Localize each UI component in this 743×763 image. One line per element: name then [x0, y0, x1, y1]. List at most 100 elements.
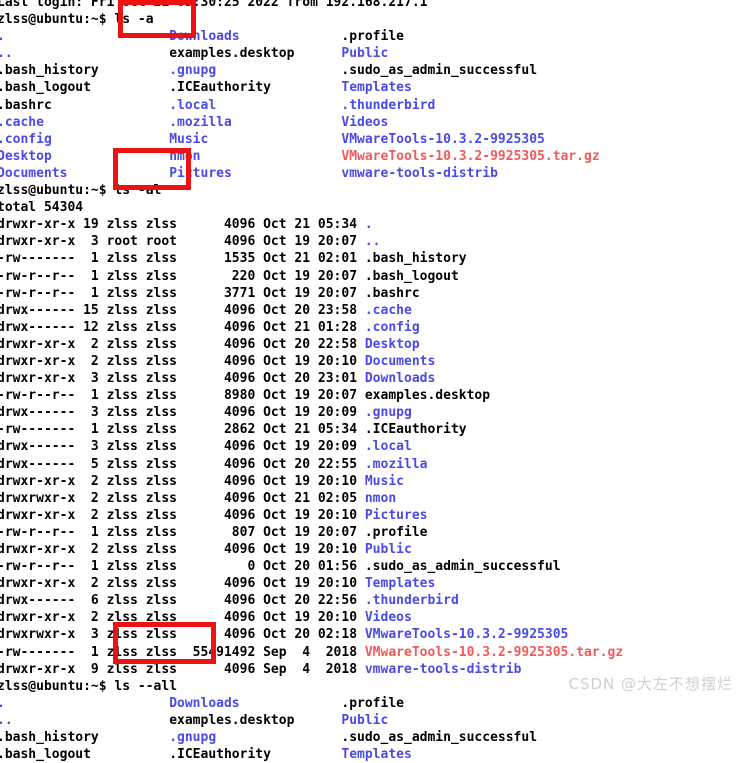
ls-al-meta: -rw------- 1 zlss zlss 55491492 Sep 4 20… — [0, 644, 365, 660]
ls-al-row: drwxrwxr-x 2 zlss zlss 4096 Oct 21 02:05… — [0, 490, 743, 507]
ls-al-meta: drwxr-xr-x 2 zlss zlss 4096 Oct 20 22:58 — [0, 336, 365, 352]
ls-al-row: drwxr-xr-x 19 zlss zlss 4096 Oct 21 05:3… — [0, 216, 743, 233]
ls-a-entry: .bashrc — [0, 97, 170, 113]
ls-a-entry: .cache — [0, 114, 170, 130]
ls-a-entry: VMwareTools-10.3.2-9925305 — [341, 131, 545, 147]
ls-al-filename: VMwareTools-10.3.2-9925305 — [364, 627, 569, 643]
ls-al-row: drwxr-xr-x 2 zlss zlss 4096 Oct 19 20:10… — [0, 609, 743, 626]
ls-a-row: Desktop nmon VMwareTools-10.3.2-9925305.… — [0, 148, 743, 165]
prompt-line-ls-a: zlss@ubuntu:~$ ls -a — [0, 11, 743, 28]
ls-a-row: .config Music VMwareTools-10.3.2-9925305 — [0, 131, 743, 148]
ls-al-filename: Pictures — [364, 507, 428, 523]
ls-al-meta: drwxrwxr-x 2 zlss zlss 4096 Oct 21 02:05 — [0, 490, 365, 506]
ls-all-entry: .. — [0, 712, 170, 728]
ls-a-entry: Public — [341, 46, 389, 62]
ls-al-meta: drwx------ 3 zlss zlss 4096 Oct 19 20:09 — [0, 439, 365, 455]
ls-a-entry: Music — [169, 131, 342, 147]
ls-a-entry: .local — [169, 97, 342, 113]
ls-a-entry: examples.desktop — [169, 46, 342, 62]
ls-a-row: .bashrc .local .thunderbird — [0, 97, 743, 114]
ls-all-entry: .gnupg — [169, 730, 342, 746]
ls-al-filename: vmware-tools-distrib — [364, 661, 522, 677]
ls-a-entry: Desktop — [0, 148, 170, 164]
ls-all-row: .bash_history .gnupg .sudo_as_admin_succ… — [0, 729, 743, 746]
ls-al-filename: VMwareTools-10.3.2-9925305.tar.gz — [364, 644, 624, 660]
ls-al-filename: Documents — [364, 353, 436, 369]
ls-al-row: drwxrwxr-x 3 zlss zlss 4096 Oct 20 02:18… — [0, 626, 743, 643]
ls-a-entry: Downloads — [169, 29, 342, 45]
ls-a-entry: .gnupg — [169, 63, 342, 79]
shell-prompt: zlss@ubuntu:~$ — [0, 12, 115, 28]
ls-al-meta: -rw-r--r-- 1 zlss zlss 0 Oct 20 01:56 — [0, 559, 365, 575]
ls-al-filename: .bash_history — [364, 251, 467, 267]
ls-al-filename: Downloads — [364, 371, 436, 387]
ls-al-total-text: total 54304 — [0, 200, 84, 216]
ls-all-entry: Public — [341, 712, 389, 728]
ls-a-entry: vmware-tools-distrib — [341, 165, 498, 181]
ls-a-row: . Downloads .profile — [0, 28, 743, 45]
ls-all-entry: Downloads — [169, 695, 342, 711]
ls-all-entry: . — [0, 695, 170, 711]
ls-al-meta: drwxr-xr-x 9 zlss zlss 4096 Sep 4 2018 — [0, 661, 365, 677]
ls-al-filename: .. — [364, 234, 381, 250]
ls-al-meta: drwxr-xr-x 2 zlss zlss 4096 Oct 19 20:10 — [0, 610, 365, 626]
ls-al-meta: drwx------ 6 zlss zlss 4096 Oct 20 22:56 — [0, 593, 365, 609]
ls-al-row: drwxr-xr-x 2 zlss zlss 4096 Oct 19 20:10… — [0, 541, 743, 558]
ls-al-row: -rw------- 1 zlss zlss 2862 Oct 21 05:34… — [0, 421, 743, 438]
ls-al-meta: drwxr-xr-x 2 zlss zlss 4096 Oct 19 20:10 — [0, 576, 365, 592]
ls-a-row: .cache .mozilla Videos — [0, 114, 743, 131]
ls-al-filename: examples.desktop — [364, 388, 491, 404]
login-banner-line: Last login: Fri Oct 21 05:30:25 2022 fro… — [0, 0, 743, 11]
ls-al-filename: . — [364, 217, 373, 233]
ls-al-meta: drwx------ 5 zlss zlss 4096 Oct 20 22:55 — [0, 456, 365, 472]
ls-a-row: .bash_logout .ICEauthority Templates — [0, 79, 743, 96]
ls-all-entry: examples.desktop — [169, 712, 342, 728]
ls-al-meta: drwxrwxr-x 3 zlss zlss 4096 Oct 20 02:18 — [0, 627, 365, 643]
ls-al-filename: .profile — [364, 524, 428, 540]
ls-al-filename: Videos — [364, 610, 412, 626]
ls-al-meta: drwx------ 15 zlss zlss 4096 Oct 20 23:5… — [0, 302, 365, 318]
ls-al-meta: drwxr-xr-x 19 zlss zlss 4096 Oct 21 05:3… — [0, 217, 365, 233]
ls-a-entry: .bash_logout — [0, 80, 170, 96]
ls-all-row: .. examples.desktop Public — [0, 712, 743, 729]
terminal-output[interactable]: Last login: Fri Oct 21 05:30:25 2022 fro… — [0, 0, 743, 763]
ls-al-row: drwx------ 3 zlss zlss 4096 Oct 19 20:09… — [0, 404, 743, 421]
ls-al-row: -rw-r--r-- 1 zlss zlss 220 Oct 19 20:07 … — [0, 268, 743, 285]
ls-all-row: . Downloads .profile — [0, 695, 743, 712]
ls-al-row: -rw------- 1 zlss zlss 55491492 Sep 4 20… — [0, 644, 743, 661]
ls-a-entry: .config — [0, 131, 170, 147]
ls-al-filename: .gnupg — [364, 405, 412, 421]
ls-al-row: drwxr-xr-x 2 zlss zlss 4096 Oct 20 22:58… — [0, 336, 743, 353]
ls-a-entry: Pictures — [169, 165, 342, 181]
prompt-line-ls-al: zlss@ubuntu:~$ ls -al — [0, 182, 743, 199]
ls-a-entry: VMwareTools-10.3.2-9925305.tar.gz — [341, 148, 600, 164]
ls-al-filename: Desktop — [364, 336, 420, 352]
ls-al-meta: -rw-r--r-- 1 zlss zlss 220 Oct 19 20:07 — [0, 268, 365, 284]
ls-al-meta: -rw-r--r-- 1 zlss zlss 807 Oct 19 20:07 — [0, 524, 365, 540]
ls-a-row: .bash_history .gnupg .sudo_as_admin_succ… — [0, 62, 743, 79]
csdn-watermark: CSDN @大左不想摆烂 — [568, 675, 733, 693]
ls-al-row: drwxr-xr-x 2 zlss zlss 4096 Oct 19 20:10… — [0, 575, 743, 592]
ls-al-meta: drwxr-xr-x 3 zlss zlss 4096 Oct 20 23:01 — [0, 371, 365, 387]
ls-al-filename: Templates — [364, 576, 436, 592]
ls-al-filename: .ICEauthority — [364, 422, 467, 438]
ls-al-filename: Public — [364, 542, 412, 557]
ls-al-filename: .thunderbird — [364, 593, 459, 609]
ls-al-filename: .cache — [364, 302, 412, 318]
ls-al-row: -rw-r--r-- 1 zlss zlss 8980 Oct 19 20:07… — [0, 387, 743, 404]
ls-al-row: -rw-r--r-- 1 zlss zlss 0 Oct 20 01:56 .s… — [0, 558, 743, 575]
ls-al-meta: drwx------ 12 zlss zlss 4096 Oct 21 01:2… — [0, 319, 365, 335]
ls-a-entry: .bash_history — [0, 63, 170, 79]
ls-al-filename: .bash_logout — [364, 268, 459, 284]
ls-all-row: .bash_logout .ICEauthority Templates — [0, 746, 743, 763]
ls-al-row: drwx------ 5 zlss zlss 4096 Oct 20 22:55… — [0, 456, 743, 473]
shell-prompt: zlss@ubuntu:~$ — [0, 678, 115, 694]
ls-al-row: drwx------ 12 zlss zlss 4096 Oct 21 01:2… — [0, 319, 743, 336]
ls-al-filename: .mozilla — [364, 456, 428, 472]
ls-al-meta: drwxr-xr-x 3 root root 4096 Oct 19 20:07 — [0, 234, 365, 250]
ls-a-entry: .sudo_as_admin_successful — [341, 63, 538, 79]
ls-al-row: drwxr-xr-x 3 root root 4096 Oct 19 20:07… — [0, 233, 743, 250]
ls-al-meta: -rw------- 1 zlss zlss 1535 Oct 21 02:01 — [0, 251, 365, 267]
ls-al-row: drwxr-xr-x 2 zlss zlss 4096 Oct 19 20:10… — [0, 507, 743, 524]
ls-al-row: -rw------- 1 zlss zlss 1535 Oct 21 02:01… — [0, 250, 743, 267]
